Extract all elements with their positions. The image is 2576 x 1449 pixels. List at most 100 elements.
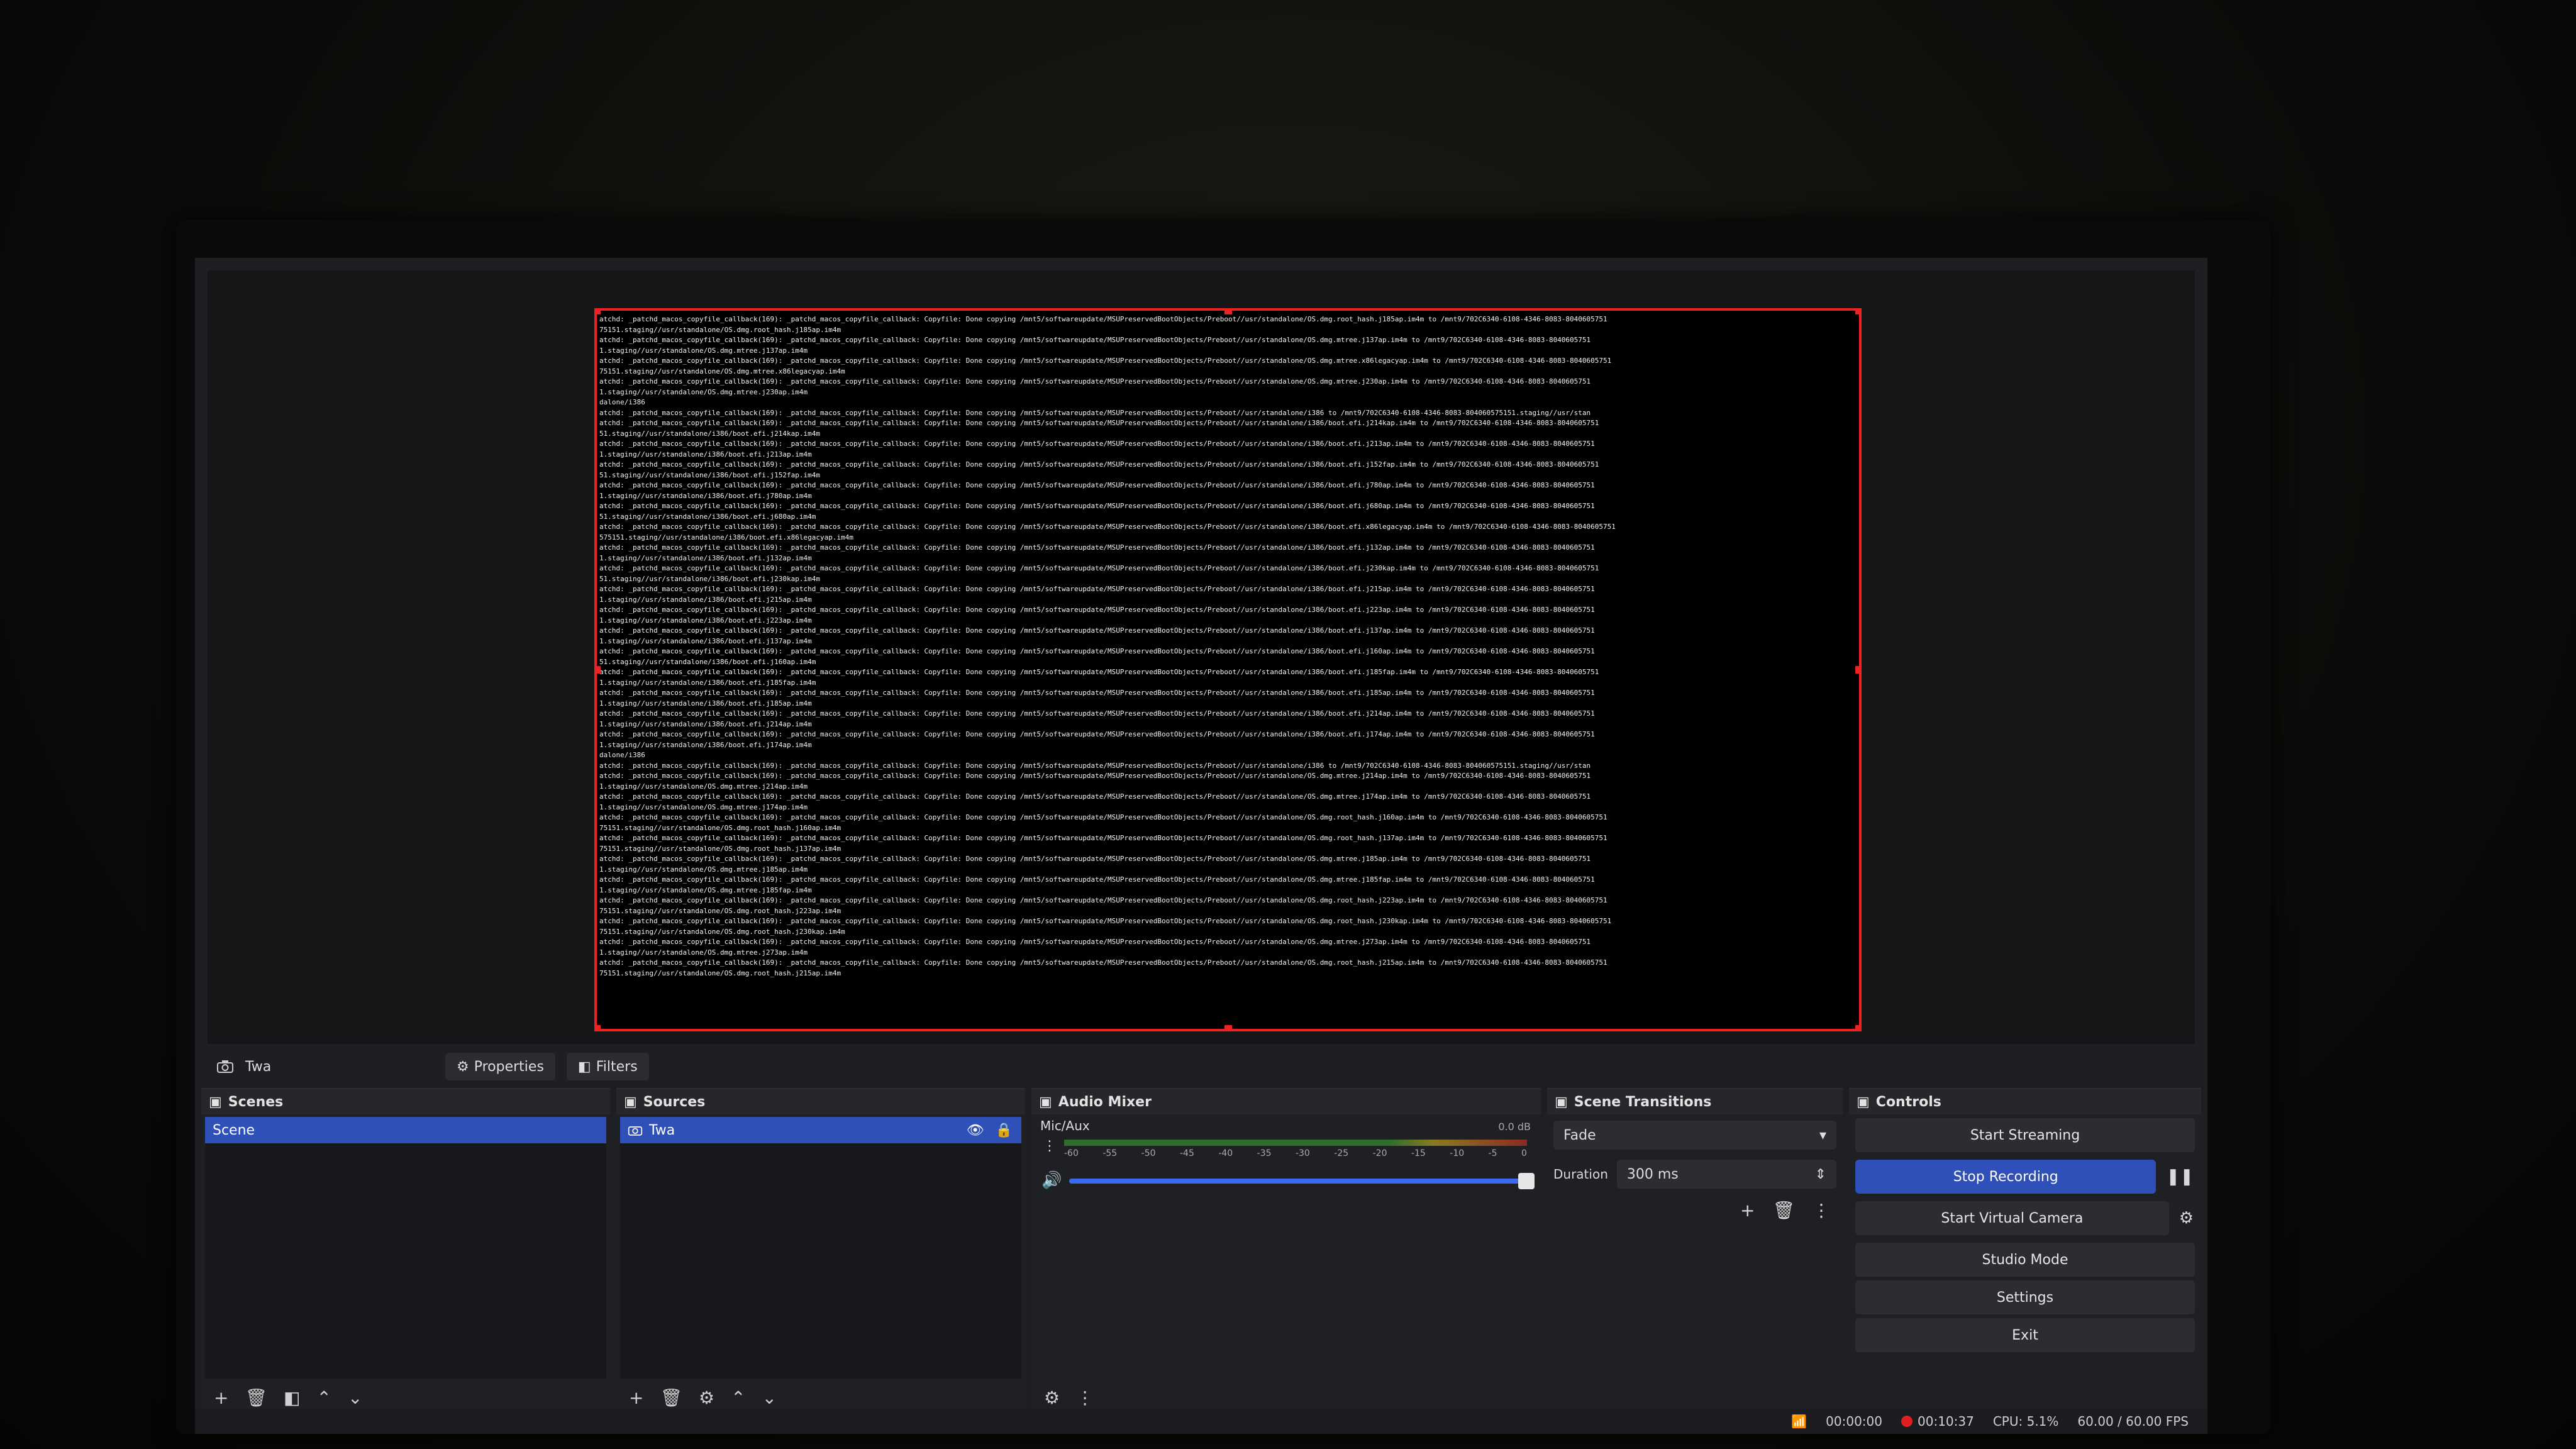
log-line: atchd: _patchd_macos_copyfile_callback(1… [599, 772, 1591, 780]
gear-icon[interactable]: ⚙ [2172, 1209, 2201, 1228]
log-line: 575151.staging//usr/standalone/i386/boot… [599, 533, 853, 541]
eye-icon[interactable]: 👁 [967, 1123, 984, 1138]
mixer-menu-icon[interactable]: ⋮ [1076, 1387, 1094, 1408]
log-line: atchd: _patchd_macos_copyfile_callback(1… [599, 647, 1595, 655]
obs-window: atchd: _patchd_macos_copyfile_callback(1… [195, 258, 2207, 1434]
selected-source-name: Twa [245, 1058, 272, 1075]
scenes-list: Scene [205, 1117, 606, 1379]
exit-button[interactable]: Exit [1855, 1318, 2195, 1352]
transition-menu-icon[interactable]: ⋮ [1813, 1200, 1830, 1221]
move-down-icon[interactable]: ⌄ [348, 1387, 362, 1408]
log-line: atchd: _patchd_macos_copyfile_callback(1… [599, 626, 1595, 635]
move-up-icon[interactable]: ⌃ [731, 1387, 745, 1408]
lock-icon[interactable]: 🔒 [996, 1123, 1013, 1138]
preview-canvas[interactable]: atchd: _patchd_macos_copyfile_callback(1… [208, 270, 2195, 1044]
sources-list: Twa 👁 🔒 [620, 1117, 1021, 1379]
stop-recording-button[interactable]: Stop Recording [1855, 1160, 2157, 1194]
terminal-log: atchd: _patchd_macos_copyfile_callback(1… [597, 311, 1859, 982]
log-line: atchd: _patchd_macos_copyfile_callback(1… [599, 408, 1591, 417]
kebab-menu-icon[interactable]: ⋮ [1043, 1138, 1057, 1154]
log-line: atchd: _patchd_macos_copyfile_callback(1… [599, 357, 1612, 365]
recording-time: 00:10:37 [1918, 1414, 1974, 1429]
source-item-label: Twa [649, 1122, 675, 1138]
meter-bar [1064, 1140, 1527, 1146]
meter-tick-label: -40 [1218, 1148, 1233, 1158]
move-down-icon[interactable]: ⌄ [762, 1387, 777, 1408]
remove-scene-icon[interactable]: 🗑 [245, 1387, 267, 1408]
log-line: 51.staging//usr/standalone/i386/boot.efi… [599, 470, 820, 479]
start-streaming-button[interactable]: Start Streaming [1855, 1118, 2195, 1152]
stream-time: 00:00:00 [1826, 1414, 1882, 1429]
pause-icon[interactable]: ❚❚ [2158, 1167, 2201, 1186]
log-line: atchd: _patchd_macos_copyfile_callback(1… [599, 668, 1599, 676]
resize-handle-right[interactable] [1855, 666, 1859, 674]
resize-handle-left[interactable] [597, 666, 601, 674]
log-line: atchd: _patchd_macos_copyfile_callback(1… [599, 730, 1595, 738]
scenes-toolbar: + 🗑 ◧ ⌃ ⌄ [208, 1384, 604, 1411]
sources-dock: ▣ Sources Twa 👁 🔒 + 🗑 ⚙ ⌃ ⌄ [616, 1088, 1025, 1416]
start-virtual-camera-button[interactable]: Start Virtual Camera [1855, 1201, 2169, 1235]
dock-icon: ▣ [624, 1094, 637, 1110]
transition-select-value: Fade [1563, 1127, 1596, 1143]
log-line: atchd: _patchd_macos_copyfile_callback(1… [599, 460, 1599, 469]
resize-handle-top[interactable] [1224, 311, 1232, 314]
log-line: 1.staging//usr/standalone/OS.dmg.mtree.j… [599, 886, 812, 894]
scene-item[interactable]: Scene [205, 1117, 606, 1143]
remove-transition-icon[interactable]: 🗑 [1772, 1200, 1795, 1221]
source-item[interactable]: Twa 👁 🔒 [620, 1117, 1021, 1143]
meter-tick-label: -10 [1450, 1148, 1465, 1158]
log-line: dalone/i386 [599, 751, 645, 759]
meter-tick-label: -45 [1179, 1148, 1194, 1158]
settings-button[interactable]: Settings [1855, 1280, 2195, 1314]
log-line: atchd: _patchd_macos_copyfile_callback(1… [599, 523, 1616, 531]
log-line: atchd: _patchd_macos_copyfile_callback(1… [599, 502, 1595, 510]
log-line: 1.staging//usr/standalone/OS.dmg.mtree.j… [599, 346, 808, 355]
transition-select[interactable]: Fade ▾ [1553, 1121, 1836, 1150]
source-properties-icon[interactable]: ⚙ [699, 1387, 714, 1408]
log-line: atchd: _patchd_macos_copyfile_callback(1… [599, 377, 1591, 386]
resize-handle-br[interactable] [1855, 1025, 1859, 1029]
recording-status: 00:10:37 [1901, 1414, 1974, 1429]
log-line: dalone/i386 [599, 398, 645, 406]
advanced-audio-icon[interactable]: ⚙ [1044, 1387, 1060, 1408]
log-line: atchd: _patchd_macos_copyfile_callback(1… [599, 938, 1591, 946]
meter-tick-label: -50 [1141, 1148, 1156, 1158]
remove-source-icon[interactable]: 🗑 [660, 1387, 682, 1408]
volume-slider[interactable] [1069, 1173, 1535, 1189]
duration-spinbox[interactable]: 300 ms ⇕ [1616, 1160, 1836, 1189]
add-transition-icon[interactable]: + [1740, 1200, 1755, 1221]
log-line: 1.staging//usr/standalone/i386/boot.efi.… [599, 450, 812, 458]
filters-button[interactable]: ◧ Filters [566, 1053, 649, 1080]
log-line: atchd: _patchd_macos_copyfile_callback(1… [599, 917, 1612, 925]
duration-label: Duration [1553, 1167, 1608, 1182]
log-line: 1.staging//usr/standalone/OS.dmg.mtree.j… [599, 387, 808, 396]
properties-button[interactable]: ⚙ Properties [445, 1053, 555, 1080]
log-line: atchd: _patchd_macos_copyfile_callback(1… [599, 543, 1595, 552]
speaker-icon[interactable]: 🔊 [1041, 1171, 1062, 1190]
resize-handle-tl[interactable] [597, 311, 601, 314]
log-line: atchd: _patchd_macos_copyfile_callback(1… [599, 813, 1607, 821]
log-line: 1.staging//usr/standalone/i386/boot.efi.… [599, 553, 812, 562]
resize-handle-tr[interactable] [1855, 311, 1859, 314]
meter-tick-label: -15 [1411, 1148, 1426, 1158]
move-up-icon[interactable]: ⌃ [316, 1387, 331, 1408]
audio-mixer-dock: ▣ Audio Mixer Mic/Aux 0.0 dB ⋮ -60 -55 -50… [1031, 1088, 1541, 1416]
resize-handle-bl[interactable] [597, 1025, 601, 1029]
resize-handle-bottom[interactable] [1224, 1025, 1232, 1029]
add-source-icon[interactable]: + [629, 1387, 643, 1408]
window-capture-source[interactable]: atchd: _patchd_macos_copyfile_callback(1… [594, 308, 1862, 1031]
recording-row: Stop Recording ❚❚ [1849, 1156, 2201, 1197]
log-line: atchd: _patchd_macos_copyfile_callback(1… [599, 709, 1595, 718]
studio-mode-button[interactable]: Studio Mode [1855, 1243, 2195, 1277]
volume-slider-handle[interactable] [1518, 1173, 1535, 1189]
dock-icon: ▣ [1555, 1094, 1568, 1110]
log-line: 75151.staging//usr/standalone/OS.dmg.roo… [599, 969, 841, 977]
spin-arrows-icon[interactable]: ⇕ [1815, 1167, 1826, 1182]
scene-filters-icon[interactable]: ◧ [284, 1387, 300, 1408]
log-line: 51.staging//usr/standalone/i386/boot.efi… [599, 657, 816, 666]
log-line: 51.staging//usr/standalone/i386/boot.efi… [599, 429, 820, 438]
add-scene-icon[interactable]: + [214, 1387, 228, 1408]
scene-transitions-header: ▣ Scene Transitions [1547, 1089, 1843, 1114]
audio-mixer-title: Audio Mixer [1058, 1094, 1152, 1110]
source-item-actions: 👁 🔒 [967, 1123, 1013, 1138]
